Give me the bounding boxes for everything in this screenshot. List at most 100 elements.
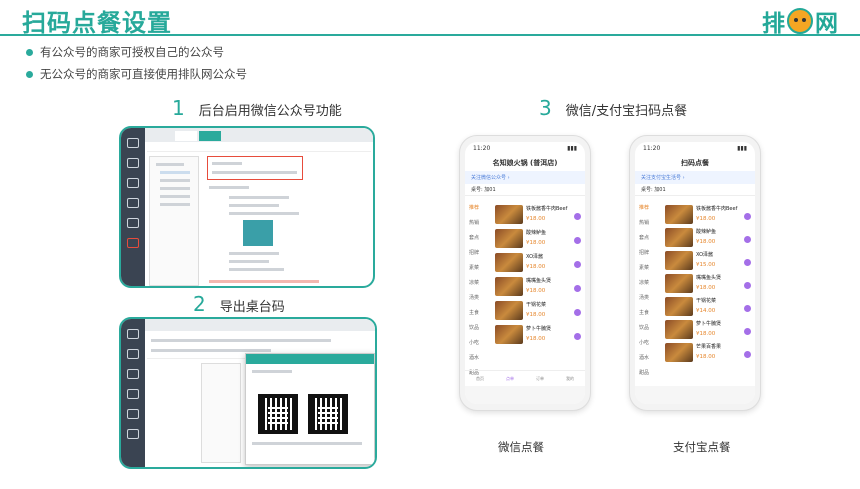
status-bar: 11:20 ▮▮▮ — [643, 145, 747, 152]
add-icon[interactable] — [574, 333, 581, 340]
category-item[interactable]: 招牌 — [635, 249, 663, 264]
add-icon[interactable] — [744, 236, 751, 243]
category-item[interactable]: 热销 — [635, 219, 663, 234]
dish-image — [665, 297, 693, 316]
wechat-caption: 微信点餐 — [498, 440, 544, 454]
logo-text-right: 网 — [815, 11, 838, 37]
tab-orders[interactable]: 订单 — [536, 376, 544, 382]
title-divider — [0, 34, 860, 36]
store-title: 扫码点餐 — [681, 159, 709, 167]
category-list: 推荐 热销 套点 招牌 素菜 凉菜 汤类 主食 饮品 小吃 酒水 甜品 — [635, 204, 663, 384]
category-item[interactable]: 酒水 — [465, 354, 493, 369]
bullet-dot-icon — [26, 48, 33, 56]
admin-screenshot-1 — [119, 126, 375, 288]
category-item[interactable]: 推荐 — [635, 204, 663, 219]
admin-sidebar — [121, 128, 145, 286]
browser-nav — [465, 386, 585, 404]
dish-image — [495, 229, 523, 248]
admin-sidebar — [121, 319, 145, 467]
dish-image — [665, 228, 693, 247]
store-title: 名知娘火锅 (普洱店) — [492, 159, 558, 167]
category-item[interactable]: 主食 — [635, 309, 663, 324]
step-2-heading: 2 导出桌台码 — [193, 292, 285, 316]
bottom-bar — [635, 386, 755, 404]
seat-number: 桌号: 加01 — [465, 184, 585, 196]
follow-banner[interactable]: 关注微信公众号 › — [465, 171, 585, 184]
step-1-heading: 1 后台启用微信公众号功能 — [172, 96, 342, 120]
step-number: 3 — [539, 96, 552, 120]
logo: 排 网 — [762, 4, 838, 38]
menu-item[interactable]: 铁板酱香牛肉Beef ¥18.00 — [495, 204, 583, 225]
add-icon[interactable] — [574, 309, 581, 316]
phone-screen: 11:20 ▮▮▮ 名知娘火锅 (普洱店) 关注微信公众号 › 桌号: 加01 推… — [465, 142, 585, 404]
dish-image — [495, 325, 523, 344]
add-icon[interactable] — [574, 213, 581, 220]
tab-home[interactable]: 首页 — [476, 376, 484, 382]
add-icon[interactable] — [744, 305, 751, 312]
category-item[interactable]: 小吃 — [635, 339, 663, 354]
store-tree — [149, 156, 199, 286]
category-item[interactable]: 酒水 — [635, 354, 663, 369]
menu-item[interactable]: 萝卜牛腩煲 ¥18.00 — [495, 324, 583, 345]
add-icon[interactable] — [574, 261, 581, 268]
category-item[interactable]: 套点 — [635, 234, 663, 249]
menu-item[interactable]: 酸辣鲈鱼 ¥18.00 — [665, 227, 753, 248]
menu-item[interactable]: 嘴嘴鱼头煲 ¥18.00 — [665, 273, 753, 294]
menu-item[interactable]: XO泽酱 ¥18.00 — [495, 252, 583, 273]
category-item[interactable]: 小吃 — [465, 339, 493, 354]
menu-item[interactable]: 芒果百香果 ¥18.00 — [665, 342, 753, 363]
menu-item[interactable]: 萝卜牛腩煲 ¥18.00 — [665, 319, 753, 340]
menu-item[interactable]: 干锅花菜 ¥14.00 — [665, 296, 753, 317]
alipay-caption: 支付宝点餐 — [673, 440, 731, 454]
add-icon[interactable] — [574, 285, 581, 292]
category-item[interactable]: 套点 — [465, 234, 493, 249]
category-item[interactable]: 饮品 — [465, 324, 493, 339]
add-icon[interactable] — [574, 237, 581, 244]
category-item[interactable]: 凉菜 — [465, 279, 493, 294]
category-item[interactable]: 热销 — [465, 219, 493, 234]
page-title: 扫码点餐设置 — [22, 9, 172, 37]
bottom-tabbar: 首页 点单 订单 我的 — [465, 370, 585, 386]
dish-image — [665, 274, 693, 293]
add-icon[interactable] — [744, 282, 751, 289]
dish-image — [665, 343, 693, 362]
category-item[interactable]: 招牌 — [465, 249, 493, 264]
category-item[interactable]: 素菜 — [635, 264, 663, 279]
menu-item[interactable]: 酸辣鲈鱼 ¥18.00 — [495, 228, 583, 249]
dish-image — [495, 277, 523, 296]
bullet-item: 有公众号的商家可授权自己的公众号 — [26, 44, 224, 60]
menu-item[interactable]: 干锅花菜 ¥18.00 — [495, 300, 583, 321]
dish-image — [665, 320, 693, 339]
category-item[interactable]: 汤类 — [635, 294, 663, 309]
add-icon[interactable] — [744, 259, 751, 266]
phone-screen: 11:20 ▮▮▮ 扫码点餐 关注支付宝生活号 › 桌号: 加01 推荐 热销 套… — [635, 142, 755, 404]
category-item[interactable]: 饮品 — [635, 324, 663, 339]
account-info-panel — [209, 186, 359, 286]
admin-tabbar — [145, 128, 373, 142]
mascot-icon — [787, 8, 813, 34]
menu-item[interactable]: XO泽酱 ¥15.00 — [665, 250, 753, 271]
add-icon[interactable] — [744, 213, 751, 220]
dish-image — [495, 301, 523, 320]
bullet-dot-icon — [26, 70, 33, 78]
category-item[interactable]: 甜品 — [635, 369, 663, 384]
category-item[interactable]: 汤类 — [465, 294, 493, 309]
tab-profile[interactable]: 我的 — [566, 376, 574, 382]
alipay-phone: 11:20 ▮▮▮ 扫码点餐 关注支付宝生活号 › 桌号: 加01 推荐 热销 套… — [629, 135, 761, 411]
tab-order-menu[interactable]: 点单 — [506, 376, 514, 382]
admin-toolbar — [147, 144, 371, 152]
menu-item[interactable]: 嘴嘴鱼头煲 ¥18.00 — [495, 276, 583, 297]
menu-item[interactable]: 铁板酱香牛肉Beef ¥18.00 — [665, 204, 753, 225]
category-item[interactable]: 推荐 — [465, 204, 493, 219]
dish-image — [665, 205, 693, 224]
dish-image — [665, 251, 693, 270]
follow-banner[interactable]: 关注支付宝生活号 › — [635, 171, 755, 184]
category-item[interactable]: 主食 — [465, 309, 493, 324]
category-item[interactable]: 凉菜 — [635, 279, 663, 294]
qr-code-icon — [258, 394, 298, 434]
step-number: 2 — [193, 292, 206, 316]
add-icon[interactable] — [744, 351, 751, 358]
category-item[interactable]: 素菜 — [465, 264, 493, 279]
bullet-text: 无公众号的商家可直接使用排队网公众号 — [40, 67, 247, 81]
add-icon[interactable] — [744, 328, 751, 335]
